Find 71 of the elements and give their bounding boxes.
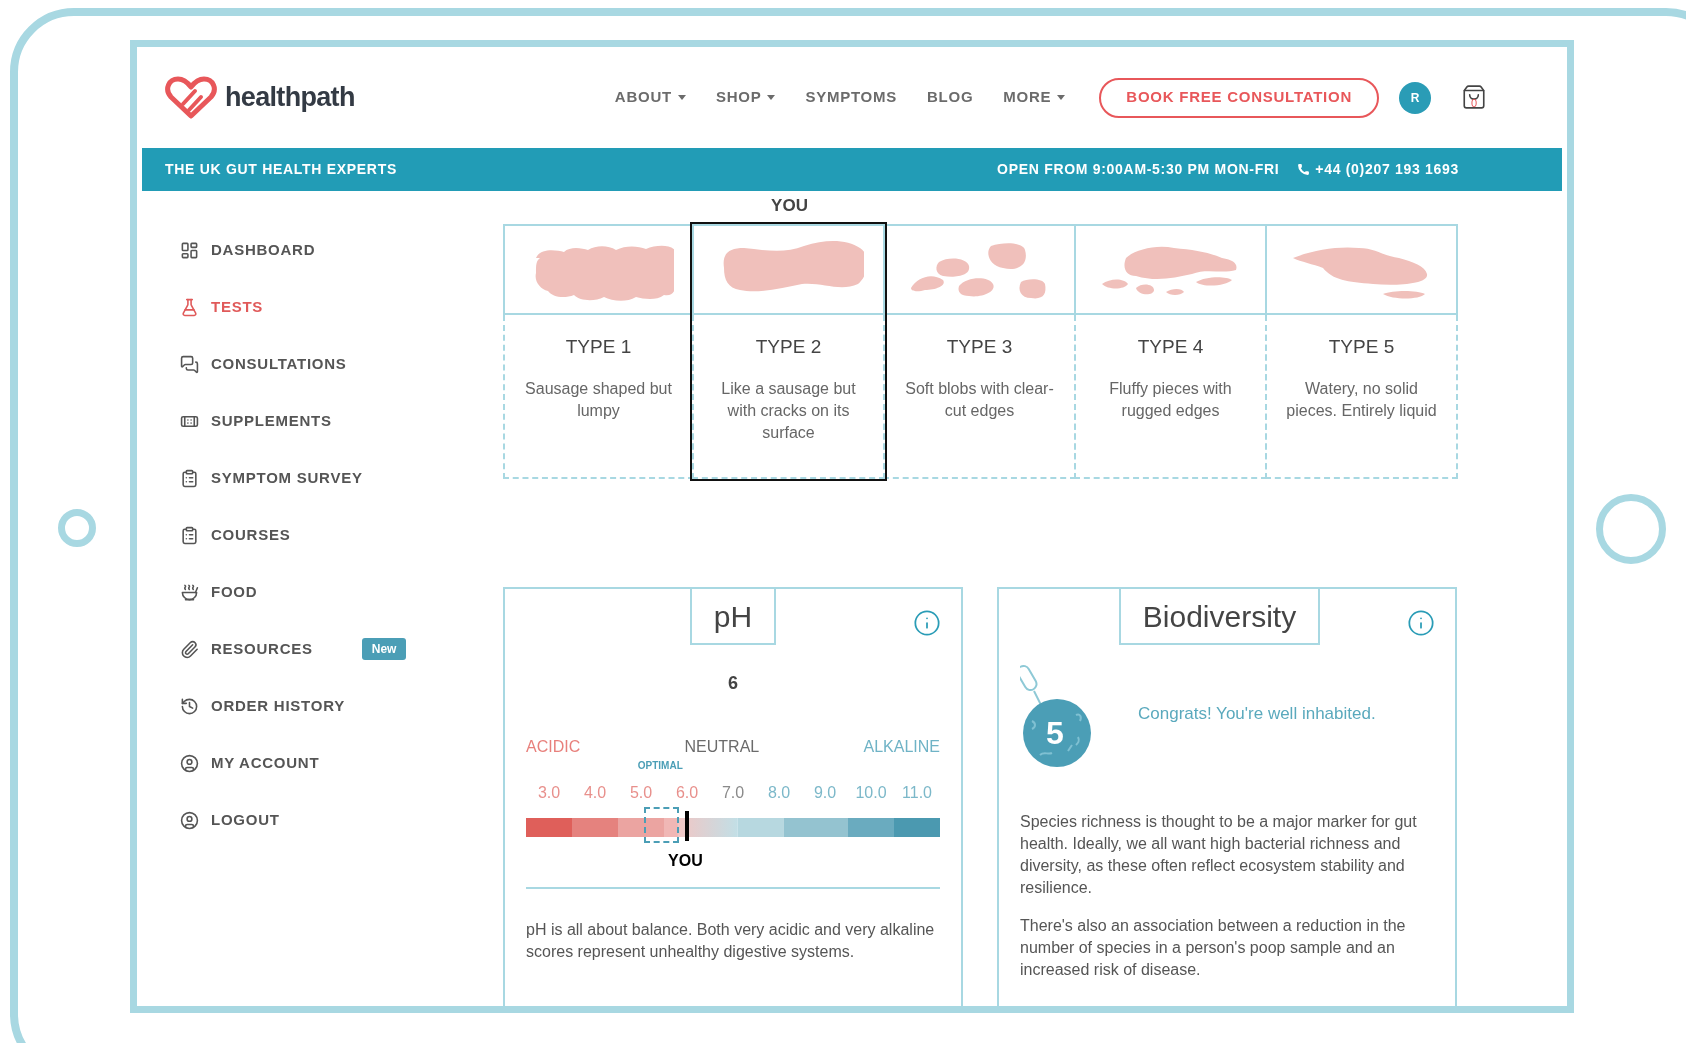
logo-text: healthpath <box>225 81 355 115</box>
nav-link[interactable]: SHOP <box>715 86 776 109</box>
tick-label: 8.0 <box>766 783 792 803</box>
type-title: TYPE 1 <box>565 335 632 359</box>
sidebar-item[interactable]: RESOURCES <box>211 637 313 661</box>
sidebar-item[interactable]: SYMPTOM SURVEY <box>211 466 363 490</box>
sidebar-item[interactable]: ORDER HISTORY <box>211 694 345 718</box>
bowl-icon <box>180 582 199 602</box>
type-title: TYPE 3 <box>946 335 1013 359</box>
type-title: TYPE 5 <box>1328 335 1395 359</box>
you-label: YOU <box>771 194 808 217</box>
cart-button[interactable]: 0 <box>1461 83 1487 112</box>
sidebar-item[interactable]: TESTS <box>211 295 264 319</box>
dashboard-icon <box>180 240 199 260</box>
optimal-range-box <box>644 807 680 843</box>
biodiversity-paragraph: There's also an association between a reduction in the number of species in a person's poop sample and an increased risk of disease. <box>1020 916 1407 980</box>
user-icon <box>180 753 199 773</box>
zone-label: ALKALINE <box>863 737 940 757</box>
history-icon <box>180 696 199 716</box>
opening-hours: OPEN FROM 9:00AM-5:30 PM MON-FRI <box>997 160 1280 179</box>
biodiversity-message: Congrats! You're well inhabited. <box>1138 703 1376 726</box>
tick-label: 4.0 <box>582 783 608 803</box>
flask-icon <box>180 297 199 317</box>
type-description: Fluffy pieces with rugged edges <box>1108 378 1233 421</box>
sidebar-item[interactable]: LOGOUT <box>211 808 280 832</box>
info-icon[interactable] <box>913 609 941 637</box>
nav-link[interactable]: MORE <box>1003 86 1066 109</box>
type-description: Sausage shaped but lumpy <box>524 378 673 421</box>
phone-icon <box>1297 163 1311 176</box>
nav-link[interactable]: ABOUT <box>614 86 686 109</box>
ph-value: 6 <box>728 672 738 695</box>
tick-label: 7.0 <box>720 783 746 803</box>
sidebar-item[interactable]: FOOD <box>211 580 258 604</box>
tagline: THE UK GUT HEALTH EXPERTS <box>165 160 397 179</box>
optimal-label: OPTIMAL <box>637 761 683 771</box>
chat-bubbles-icon <box>180 354 199 374</box>
type-description: Soft blobs with clear-cut edges <box>904 378 1055 421</box>
consultation-button[interactable]: BOOK FREE CONSULTATION <box>1099 77 1379 118</box>
sidebar-item[interactable]: CONSULTATIONS <box>211 352 347 376</box>
type-title: TYPE 2 <box>755 335 822 359</box>
biodiversity-score: 5 <box>1046 717 1064 749</box>
sidebar-item[interactable]: MY ACCOUNT <box>211 751 320 775</box>
phone-number: +44 (0)207 193 1693 <box>1315 160 1459 179</box>
type-description: Like a sausage but with cracks on its surface <box>720 378 857 443</box>
type-title: TYPE 4 <box>1137 335 1204 359</box>
panel-title: Biodiversity <box>1118 587 1321 645</box>
heart-logo-icon <box>165 75 217 120</box>
tick-label: 5.0 <box>628 783 654 803</box>
clipboard-icon <box>180 468 199 488</box>
tick-label: 11.0 <box>901 783 933 803</box>
nav-link[interactable]: SYMPTOMS <box>805 86 897 109</box>
ph-description: pH is all about balance. Both very acidic and very alkaline scores represent unhealthy digestive systems. <box>526 920 936 962</box>
paperclip-icon <box>180 639 199 659</box>
new-badge: New <box>361 638 407 660</box>
user-icon <box>180 810 199 830</box>
nav-link[interactable]: BLOG <box>927 86 974 109</box>
sidebar-item[interactable]: DASHBOARD <box>211 238 316 262</box>
clipboard-icon <box>180 525 199 545</box>
marker-label: YOU <box>668 851 703 871</box>
tick-label: 9.0 <box>812 783 838 803</box>
zone-label: ACIDIC <box>526 737 581 757</box>
tick-label: 6.0 <box>674 783 700 803</box>
type-description: Watery, no solid pieces. Entirely liquid <box>1285 378 1438 421</box>
sidebar-item[interactable]: SUPPLEMENTS <box>211 409 332 433</box>
sidebar-item[interactable]: COURSES <box>211 523 291 547</box>
biodiversity-paragraph: Species richness is thought to be a major marker for gut health. Ideally, we all want high bacterial richness and diversity, as these often reflect ecosystem stability and resilience. <box>1020 812 1418 898</box>
zone-label: NEUTRAL <box>684 737 760 757</box>
tick-label: 10.0 <box>854 783 888 803</box>
panel-title: pH <box>689 587 777 645</box>
tick-label: 3.0 <box>536 783 562 803</box>
info-icon[interactable] <box>1407 609 1435 637</box>
